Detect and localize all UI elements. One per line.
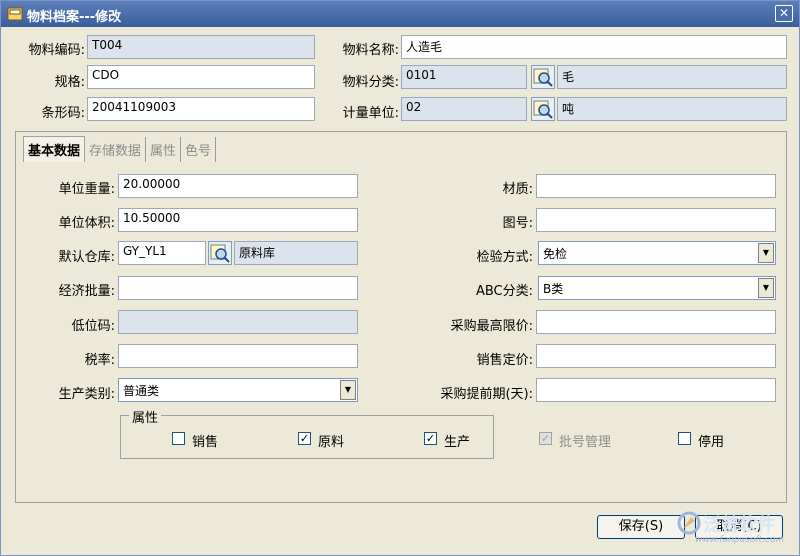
dropdown-arrow-icon[interactable]: ▼ <box>758 278 774 298</box>
lookup-search-icon <box>210 244 230 263</box>
barcode-label: 条形码: <box>41 106 85 121</box>
spec-label: 规格: <box>54 75 85 90</box>
brand-logo-icon <box>677 511 701 535</box>
default-warehouse-label: 默认仓库: <box>58 250 115 265</box>
title-bar[interactable]: 物料档案---修改 ✕ <box>1 1 799 27</box>
unit-volume-field[interactable]: 10.50000 <box>118 208 358 232</box>
inspection-method-value: 免检 <box>543 247 568 261</box>
category-name-field: 毛 <box>557 65 787 89</box>
material-label: 材质: <box>502 182 533 197</box>
dropdown-arrow-icon[interactable]: ▼ <box>758 243 774 263</box>
unit-weight-field[interactable]: 20.00000 <box>118 174 358 198</box>
category-code-field[interactable]: 0101 <box>401 65 527 89</box>
tab-strip: 基本数据 存储数据 属性 色号 <box>23 136 217 162</box>
drawing-number-field[interactable] <box>536 208 776 232</box>
inspection-method-select[interactable]: 免检 ▼ <box>538 241 776 265</box>
code-field[interactable]: T004 <box>87 35 315 59</box>
category-label: 物料分类: <box>342 75 399 90</box>
unit-code-field[interactable]: 02 <box>401 97 527 121</box>
abc-class-select[interactable]: B类 ▼ <box>538 276 776 300</box>
material-dialog: 物料档案---修改 ✕ 物料编码: T004 物料名称: 人造毛 规格: CDO… <box>0 0 800 556</box>
batch-management-label: 批号管理 <box>559 435 612 450</box>
unit-volume-label: 单位体积: <box>58 216 115 231</box>
default-warehouse-name-field: 原料库 <box>234 241 358 265</box>
production-type-label: 生产类别: <box>58 387 115 402</box>
raw-material-checkbox[interactable]: ✓ <box>298 432 311 445</box>
production-checkbox[interactable]: ✓ <box>424 432 437 445</box>
code-label: 物料编码: <box>28 43 85 58</box>
brand-watermark: 泛普软件 www.fanpusoft.com <box>677 509 795 549</box>
eco-batch-label: 经济批量: <box>58 284 115 299</box>
eco-batch-field[interactable] <box>118 276 358 300</box>
sale-price-label: 销售定价: <box>476 353 533 368</box>
batch-management-checkbox: ✓ <box>539 432 552 445</box>
dropdown-arrow-icon[interactable]: ▼ <box>340 380 356 400</box>
window-title: 物料档案---修改 <box>27 10 122 25</box>
close-icon[interactable]: ✕ <box>775 5 793 22</box>
watermark-url: www.fanpusoft.com <box>695 535 785 545</box>
unit-label: 计量单位: <box>342 106 399 121</box>
unit-name-field: 吨 <box>557 97 787 121</box>
tax-rate-field[interactable] <box>118 344 358 368</box>
sale-price-field[interactable] <box>536 344 776 368</box>
production-checkbox-label: 生产 <box>444 435 471 450</box>
category-lookup-button[interactable] <box>531 65 555 89</box>
drawing-number-label: 图号: <box>502 216 533 231</box>
warehouse-lookup-button[interactable] <box>208 241 232 265</box>
unit-weight-label: 单位重量: <box>58 182 115 197</box>
max-purchase-price-field[interactable] <box>536 310 776 334</box>
inspection-method-label: 检验方式: <box>476 250 533 265</box>
spec-field[interactable]: CDO <box>87 65 315 89</box>
tab-storage-data[interactable]: 存储数据 <box>85 137 147 162</box>
lookup-search-icon <box>533 100 553 119</box>
low-level-code-field <box>118 310 358 334</box>
barcode-field[interactable]: 20041109003 <box>87 97 315 121</box>
default-warehouse-code-field[interactable]: GY_YL1 <box>118 241 206 265</box>
tab-color-number[interactable]: 色号 <box>181 137 217 162</box>
abc-class-label: ABC分类: <box>475 284 533 299</box>
tab-basic-data[interactable]: 基本数据 <box>23 136 86 162</box>
production-type-select[interactable]: 普通类 ▼ <box>118 378 358 402</box>
unit-lookup-button[interactable] <box>531 97 555 121</box>
disable-checkbox[interactable] <box>678 432 691 445</box>
name-field[interactable]: 人造毛 <box>401 35 787 59</box>
production-type-value: 普通类 <box>123 384 160 398</box>
purchase-lead-time-field[interactable] <box>536 378 776 402</box>
raw-material-checkbox-label: 原料 <box>318 435 345 450</box>
watermark-brand: 泛普软件 <box>703 515 775 536</box>
disable-checkbox-label: 停用 <box>698 435 725 450</box>
sale-checkbox-label: 销售 <box>192 435 219 450</box>
tab-attributes[interactable]: 属性 <box>146 137 182 162</box>
tax-rate-label: 税率: <box>84 353 115 368</box>
attribute-group-title: 属性 <box>129 407 162 426</box>
cabinet-icon <box>7 7 23 21</box>
purchase-lead-time-label: 采购提前期(天): <box>440 387 533 402</box>
low-level-code-label: 低位码: <box>71 319 115 334</box>
sale-checkbox[interactable] <box>172 432 185 445</box>
save-button[interactable]: 保存(S) <box>597 515 685 539</box>
abc-class-value: B类 <box>543 282 564 296</box>
material-field[interactable] <box>536 174 776 198</box>
name-label: 物料名称: <box>342 43 399 58</box>
max-purchase-price-label: 采购最高限价: <box>450 319 533 334</box>
lookup-search-icon <box>533 68 553 87</box>
